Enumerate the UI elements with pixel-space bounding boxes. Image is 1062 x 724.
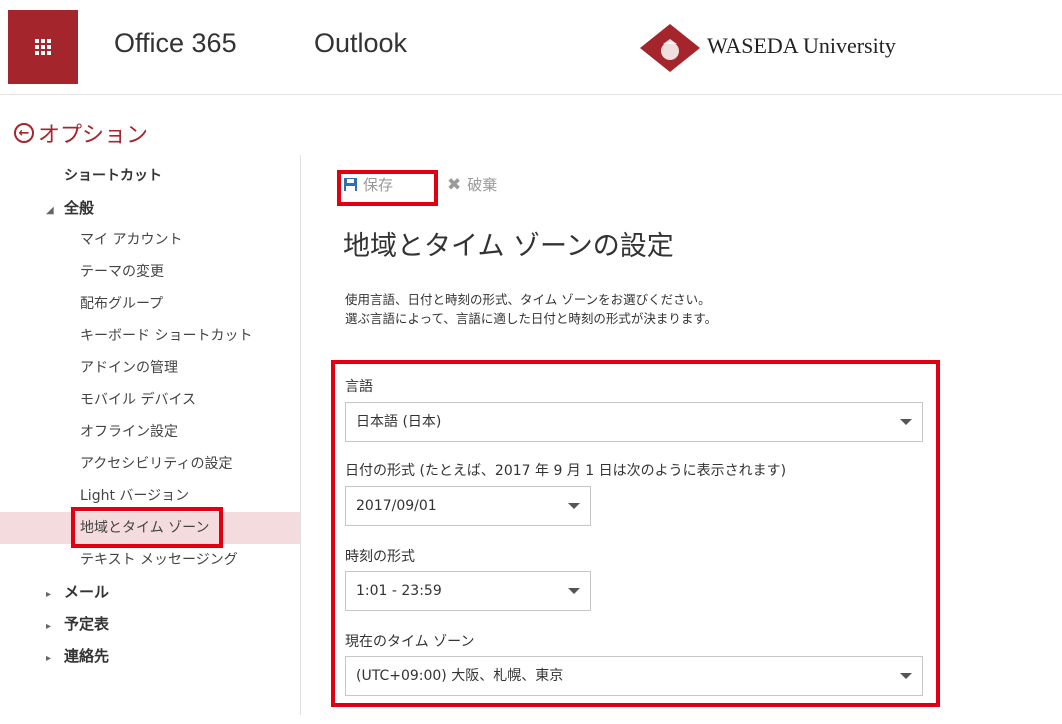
top-bar: Office 365 Outlook WASEDA University — [0, 0, 1062, 95]
university-logo-icon — [640, 24, 700, 72]
triangle-collapsed-icon: ▸ — [46, 621, 52, 632]
nav-section-label: 予定表 — [64, 615, 110, 633]
nav-item-text-messaging[interactable]: テキスト メッセージング — [0, 544, 300, 576]
nav-section-label: 全般 — [64, 199, 95, 217]
description-line: 選ぶ言語によって、言語に適した日付と時刻の形式が決まります。 — [345, 311, 718, 326]
nav-section-general[interactable]: ◢ 全般 — [0, 192, 300, 224]
close-icon: ✖ — [447, 174, 462, 195]
nav-item-offline[interactable]: オフライン設定 — [0, 416, 300, 448]
triangle-collapsed-icon: ▸ — [46, 653, 52, 664]
discard-button[interactable]: ✖ 破棄 — [447, 174, 497, 195]
nav-shortcuts[interactable]: ショートカット — [0, 160, 300, 192]
nav-section-label: メール — [64, 583, 110, 601]
nav-section-contacts[interactable]: ▸ 連絡先 — [0, 640, 300, 672]
nav-section-label: 連絡先 — [64, 647, 110, 665]
nav-section-mail[interactable]: ▸ メール — [0, 576, 300, 608]
nav-item-mobile-devices[interactable]: モバイル デバイス — [0, 384, 300, 416]
description-line: 使用言語、日付と時刻の形式、タイム ゾーンをお選びください。 — [345, 292, 711, 307]
page-description: 使用言語、日付と時刻の形式、タイム ゾーンをお選びください。 選ぶ言語によって、… — [345, 290, 717, 328]
highlight-box-save — [337, 170, 438, 206]
nav-item-manage-addins[interactable]: アドインの管理 — [0, 352, 300, 384]
page-title: 地域とタイム ゾーンの設定 — [343, 231, 674, 262]
options-back-link[interactable]: ← オプション — [14, 117, 148, 149]
options-nav: ショートカット ◢ 全般 マイ アカウント テーマの変更 配布グループ キーボード… — [0, 160, 300, 672]
back-arrow-icon: ← — [14, 123, 34, 143]
nav-divider — [300, 155, 301, 715]
nav-item-my-account[interactable]: マイ アカウント — [0, 224, 300, 256]
triangle-expanded-icon: ◢ — [46, 205, 54, 216]
app-name[interactable]: Outlook — [314, 28, 407, 59]
university-name: WASEDA University — [707, 33, 896, 58]
discard-label: 破棄 — [467, 176, 498, 194]
nav-item-keyboard-shortcuts[interactable]: キーボード ショートカット — [0, 320, 300, 352]
app-launcher-button[interactable] — [8, 10, 78, 84]
options-title: オプション — [38, 123, 149, 148]
highlight-box-form — [331, 360, 940, 707]
brand-name[interactable]: Office 365 — [114, 28, 237, 59]
highlight-box-nav — [71, 507, 223, 548]
waffle-icon — [35, 39, 51, 55]
nav-section-calendar[interactable]: ▸ 予定表 — [0, 608, 300, 640]
nav-item-distribution-groups[interactable]: 配布グループ — [0, 288, 300, 320]
nav-item-accessibility[interactable]: アクセシビリティの設定 — [0, 448, 300, 480]
triangle-collapsed-icon: ▸ — [46, 589, 52, 600]
nav-item-theme[interactable]: テーマの変更 — [0, 256, 300, 288]
